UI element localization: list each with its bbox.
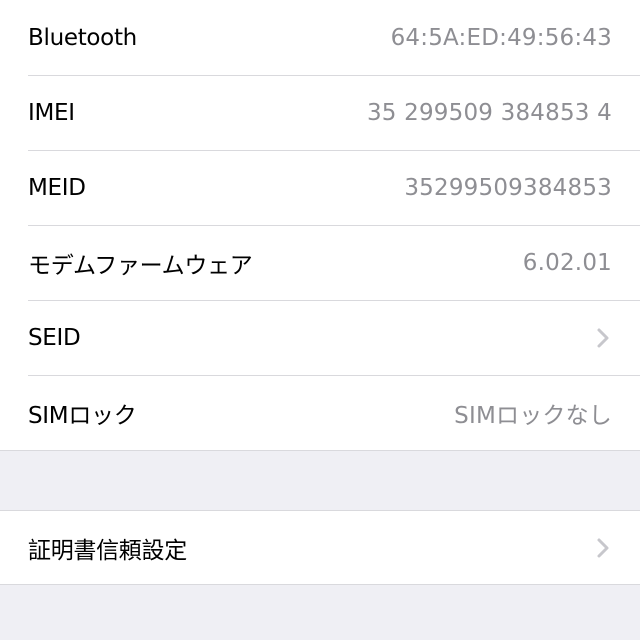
row-seid[interactable]: SEID (0, 300, 640, 375)
certificate-group: 証明書信頼設定 (0, 510, 640, 585)
row-meid: MEID 35299509384853 (0, 150, 640, 225)
imei-label: IMEI (28, 99, 75, 126)
row-modem-firmware: モデムファームウェア 6.02.01 (0, 225, 640, 300)
row-certificate-trust-settings[interactable]: 証明書信頼設定 (0, 511, 640, 584)
device-info-group: Bluetooth 64:5A:ED:49:56:43 IMEI 35 2995… (0, 0, 640, 451)
row-sim-lock: SIMロック SIMロックなし (0, 375, 640, 450)
bluetooth-value: 64:5A:ED:49:56:43 (390, 24, 612, 51)
bluetooth-label: Bluetooth (28, 24, 137, 51)
row-bluetooth: Bluetooth 64:5A:ED:49:56:43 (0, 0, 640, 75)
sim-lock-value: SIMロックなし (454, 402, 612, 429)
chevron-right-icon (597, 538, 609, 557)
sim-lock-label: SIMロック (28, 402, 137, 429)
certificate-trust-settings-label: 証明書信頼設定 (28, 537, 187, 564)
modem-firmware-label: モデムファームウェア (28, 252, 253, 279)
imei-value: 35 299509 384853 4 (366, 99, 612, 126)
meid-value: 35299509384853 (404, 174, 612, 201)
row-imei: IMEI 35 299509 384853 4 (0, 75, 640, 150)
meid-label: MEID (28, 174, 86, 201)
chevron-right-icon (597, 328, 609, 347)
seid-label: SEID (28, 324, 81, 351)
modem-firmware-value: 6.02.01 (522, 249, 612, 276)
